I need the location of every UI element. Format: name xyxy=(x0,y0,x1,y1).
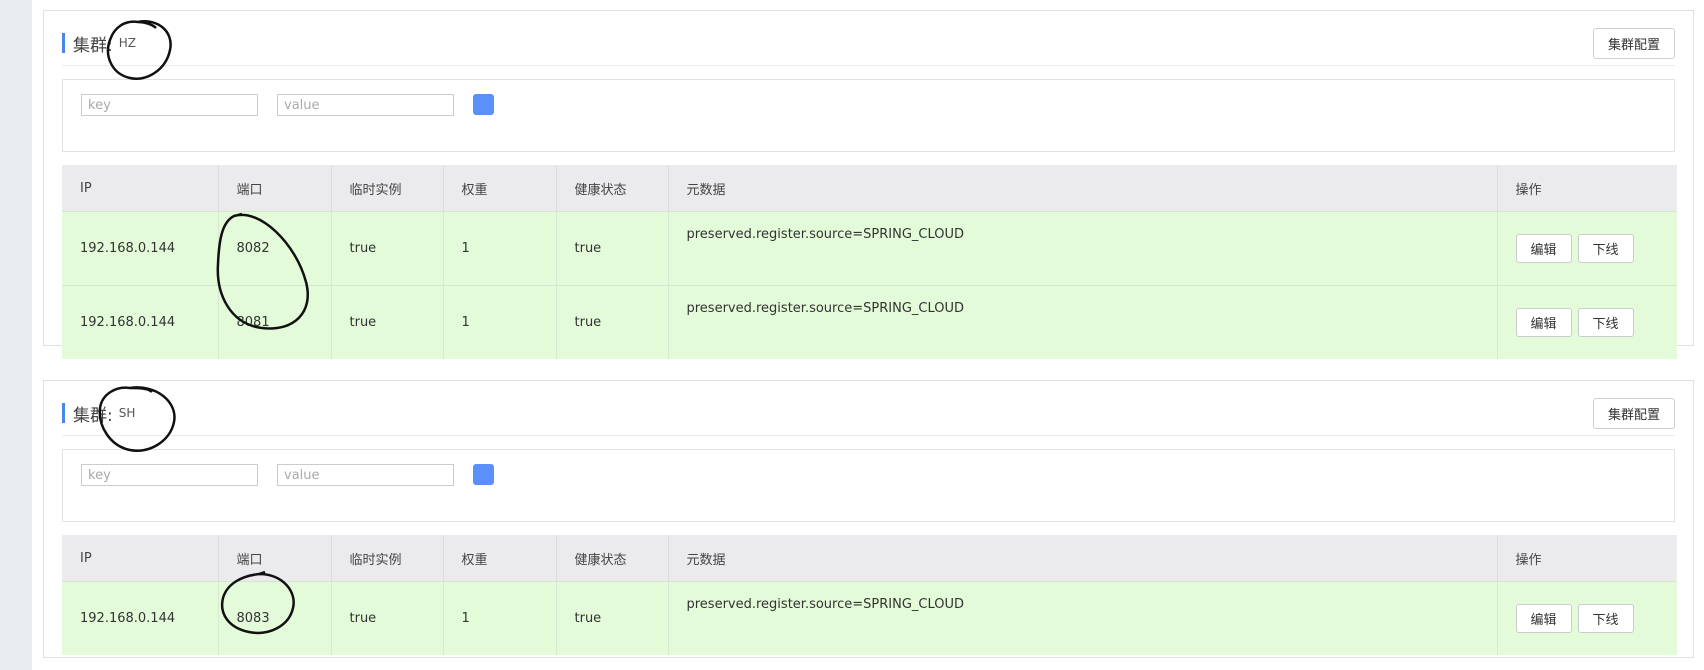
sidebar-edge xyxy=(0,0,32,670)
filter-key-input[interactable] xyxy=(81,464,258,486)
column-header-weight: 权重 xyxy=(443,165,557,212)
cluster-label: 集群: xyxy=(73,405,113,426)
cell-weight: 1 xyxy=(443,211,557,286)
cell-metadata: preserved.register.source=SPRING_CLOUD xyxy=(668,211,1498,286)
cell-actions: 编辑 下线 xyxy=(1497,211,1677,286)
cell-metadata: preserved.register.source=SPRING_CLOUD xyxy=(668,581,1498,655)
metadata-filter xyxy=(62,79,1675,152)
cell-actions: 编辑 下线 xyxy=(1497,285,1677,359)
metadata-filter xyxy=(62,449,1675,522)
column-header-healthy: 健康状态 xyxy=(556,165,669,212)
column-header-healthy: 健康状态 xyxy=(556,535,669,582)
cluster-card-hz: 集群: HZ 集群配置 IP 端口 临时实例 权重 健康状态 元数据 操作 xyxy=(43,10,1694,359)
cell-ephemeral: true xyxy=(331,285,444,359)
cluster-title: 集群: SH xyxy=(62,403,136,426)
column-header-ip: IP xyxy=(62,535,219,582)
cell-healthy: true xyxy=(556,285,669,359)
column-header-weight: 权重 xyxy=(443,535,557,582)
instance-table: IP 端口 临时实例 权重 健康状态 元数据 操作 192.168.0.144 … xyxy=(62,535,1677,655)
cell-port: 8081 xyxy=(218,285,332,359)
cluster-header: 集群: SH 集群配置 xyxy=(62,381,1675,436)
column-header-actions: 操作 xyxy=(1497,165,1677,212)
add-filter-icon[interactable] xyxy=(473,464,494,485)
table-row: 192.168.0.144 8083 true 1 true preserved… xyxy=(62,581,1677,655)
cluster-config-button[interactable]: 集群配置 xyxy=(1593,28,1675,59)
cell-ephemeral: true xyxy=(331,211,444,286)
cluster-config-button[interactable]: 集群配置 xyxy=(1593,398,1675,429)
offline-button[interactable]: 下线 xyxy=(1577,604,1634,633)
column-header-metadata: 元数据 xyxy=(668,535,1498,582)
cell-ip: 192.168.0.144 xyxy=(62,211,219,286)
instance-table: IP 端口 临时实例 权重 健康状态 元数据 操作 192.168.0.144 … xyxy=(62,165,1677,359)
column-header-ip: IP xyxy=(62,165,219,212)
cell-weight: 1 xyxy=(443,285,557,359)
cell-healthy: true xyxy=(556,211,669,286)
table-header-row: IP 端口 临时实例 权重 健康状态 元数据 操作 xyxy=(62,165,1677,212)
cell-healthy: true xyxy=(556,581,669,655)
column-header-port: 端口 xyxy=(218,535,332,582)
column-header-ephemeral: 临时实例 xyxy=(331,535,444,582)
column-header-ephemeral: 临时实例 xyxy=(331,165,444,212)
offline-button[interactable]: 下线 xyxy=(1577,308,1634,337)
table-row: 192.168.0.144 8082 true 1 true preserved… xyxy=(62,211,1677,286)
edit-button[interactable]: 编辑 xyxy=(1515,234,1572,263)
filter-key-input[interactable] xyxy=(81,94,258,116)
add-filter-icon[interactable] xyxy=(473,94,494,115)
cell-port: 8082 xyxy=(218,211,332,286)
table-header-row: IP 端口 临时实例 权重 健康状态 元数据 操作 xyxy=(62,535,1677,582)
cell-port: 8083 xyxy=(218,581,332,655)
cluster-card-sh: 集群: SH 集群配置 IP 端口 临时实例 权重 健康状态 元数据 操作 xyxy=(43,380,1694,658)
offline-button[interactable]: 下线 xyxy=(1577,234,1634,263)
cluster-title: 集群: HZ xyxy=(62,33,136,56)
column-header-metadata: 元数据 xyxy=(668,165,1498,212)
cell-weight: 1 xyxy=(443,581,557,655)
cell-actions: 编辑 下线 xyxy=(1497,581,1677,655)
filter-value-input[interactable] xyxy=(277,464,454,486)
column-header-port: 端口 xyxy=(218,165,332,212)
edit-button[interactable]: 编辑 xyxy=(1515,308,1572,337)
column-header-actions: 操作 xyxy=(1497,535,1677,582)
cluster-header: 集群: HZ 集群配置 xyxy=(62,11,1675,66)
cluster-label: 集群: xyxy=(73,35,113,56)
cluster-name: SH xyxy=(118,406,136,420)
table-row: 192.168.0.144 8081 true 1 true preserved… xyxy=(62,285,1677,359)
edit-button[interactable]: 编辑 xyxy=(1515,604,1572,633)
cluster-name: HZ xyxy=(118,36,136,50)
cell-ephemeral: true xyxy=(331,581,444,655)
cell-ip: 192.168.0.144 xyxy=(62,285,219,359)
filter-value-input[interactable] xyxy=(277,94,454,116)
cell-metadata: preserved.register.source=SPRING_CLOUD xyxy=(668,285,1498,359)
cell-ip: 192.168.0.144 xyxy=(62,581,219,655)
